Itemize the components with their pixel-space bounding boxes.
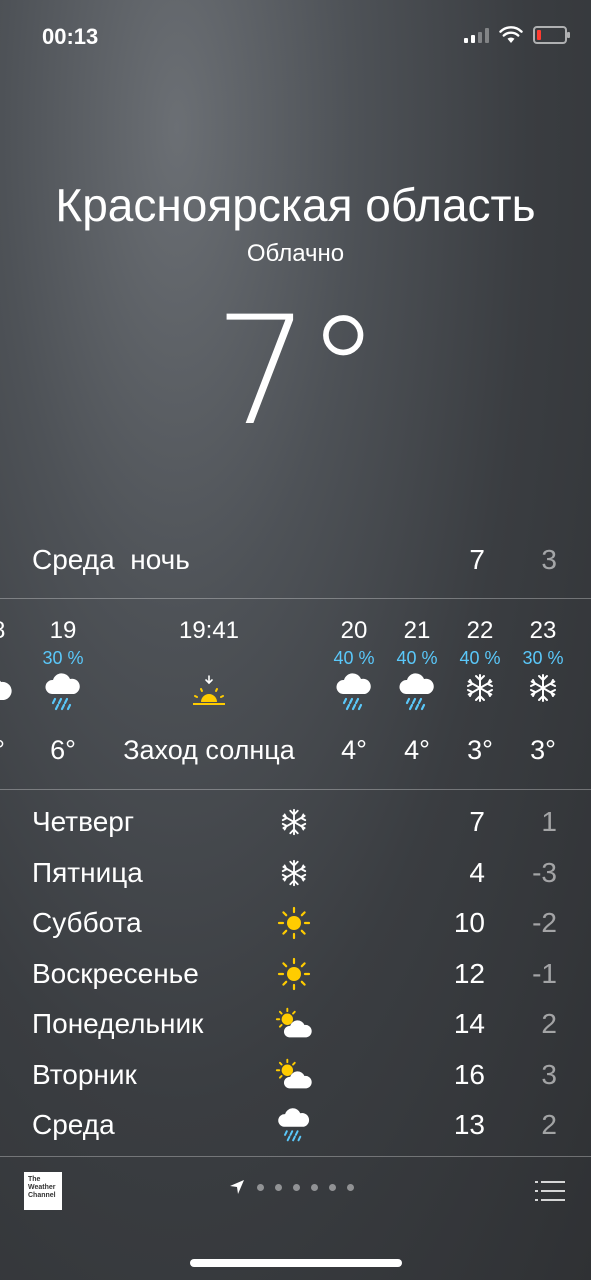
cellular-signal-icon	[464, 27, 489, 43]
page-indicator[interactable]	[228, 1178, 354, 1196]
page-dot	[311, 1183, 318, 1191]
weather-channel-logo[interactable]: The Weather Channel	[24, 1172, 62, 1210]
day-row: Воскресенье 12 -1	[0, 952, 591, 1003]
day-row: Пятница 4 -3	[0, 851, 591, 902]
snowflake-icon	[274, 804, 314, 840]
today-low: 3	[541, 544, 557, 575]
page-dot	[275, 1183, 282, 1191]
rain-cloud-icon	[387, 672, 447, 716]
snowflake-icon	[513, 672, 573, 716]
page-dot	[329, 1183, 336, 1191]
cloud-icon	[0, 672, 22, 716]
day-row: Четверг 7 1	[0, 800, 591, 851]
status-icons	[464, 26, 570, 44]
day-row: Суббота 10 -2	[0, 901, 591, 952]
daily-forecast[interactable]: Четверг 7 1 Пятница 4 -3 Суббота 10 -2 В…	[0, 800, 591, 1154]
wifi-icon	[499, 26, 523, 43]
home-indicator[interactable]	[190, 1259, 402, 1267]
current-temperature: 7°	[214, 285, 380, 459]
day-row: Понедельник 14 2	[0, 1002, 591, 1053]
current-condition: Облачно	[246, 240, 345, 267]
status-time: 00:13	[42, 24, 99, 49]
divider	[0, 789, 591, 790]
partly-cloudy-icon	[274, 1006, 314, 1042]
status-bar: 00:13	[0, 0, 591, 80]
rain-cloud-icon	[324, 672, 384, 716]
day-row: Среда 13 2	[0, 1103, 591, 1154]
day-row: Вторник 16 3	[0, 1053, 591, 1104]
sun-icon	[274, 905, 314, 941]
rain-cloud-icon	[274, 1107, 314, 1143]
city-name: Красноярская область	[55, 179, 536, 231]
divider	[0, 598, 591, 599]
divider	[0, 1156, 591, 1157]
today-summary: Среда ночь 7 3	[0, 540, 591, 584]
rain-cloud-icon	[33, 672, 93, 716]
partly-cloudy-icon	[274, 1057, 314, 1093]
sunset-icon	[99, 672, 319, 716]
bottom-bar: The Weather Channel	[0, 1158, 591, 1228]
page-dot	[347, 1183, 354, 1191]
hourly-forecast[interactable]: 18 7° 19 30 % 6° 19:41 Заход солнца 20 4…	[0, 600, 591, 790]
snowflake-icon	[450, 672, 510, 716]
snowflake-icon	[274, 855, 314, 891]
battery-icon	[533, 26, 570, 44]
location-arrow-icon	[230, 1180, 244, 1194]
today-label: Среда ночь	[32, 544, 190, 575]
sun-icon	[274, 956, 314, 992]
list-icon[interactable]	[535, 1180, 565, 1202]
page-dot	[257, 1183, 264, 1191]
today-high: 7	[469, 544, 485, 575]
page-dot	[293, 1183, 300, 1191]
